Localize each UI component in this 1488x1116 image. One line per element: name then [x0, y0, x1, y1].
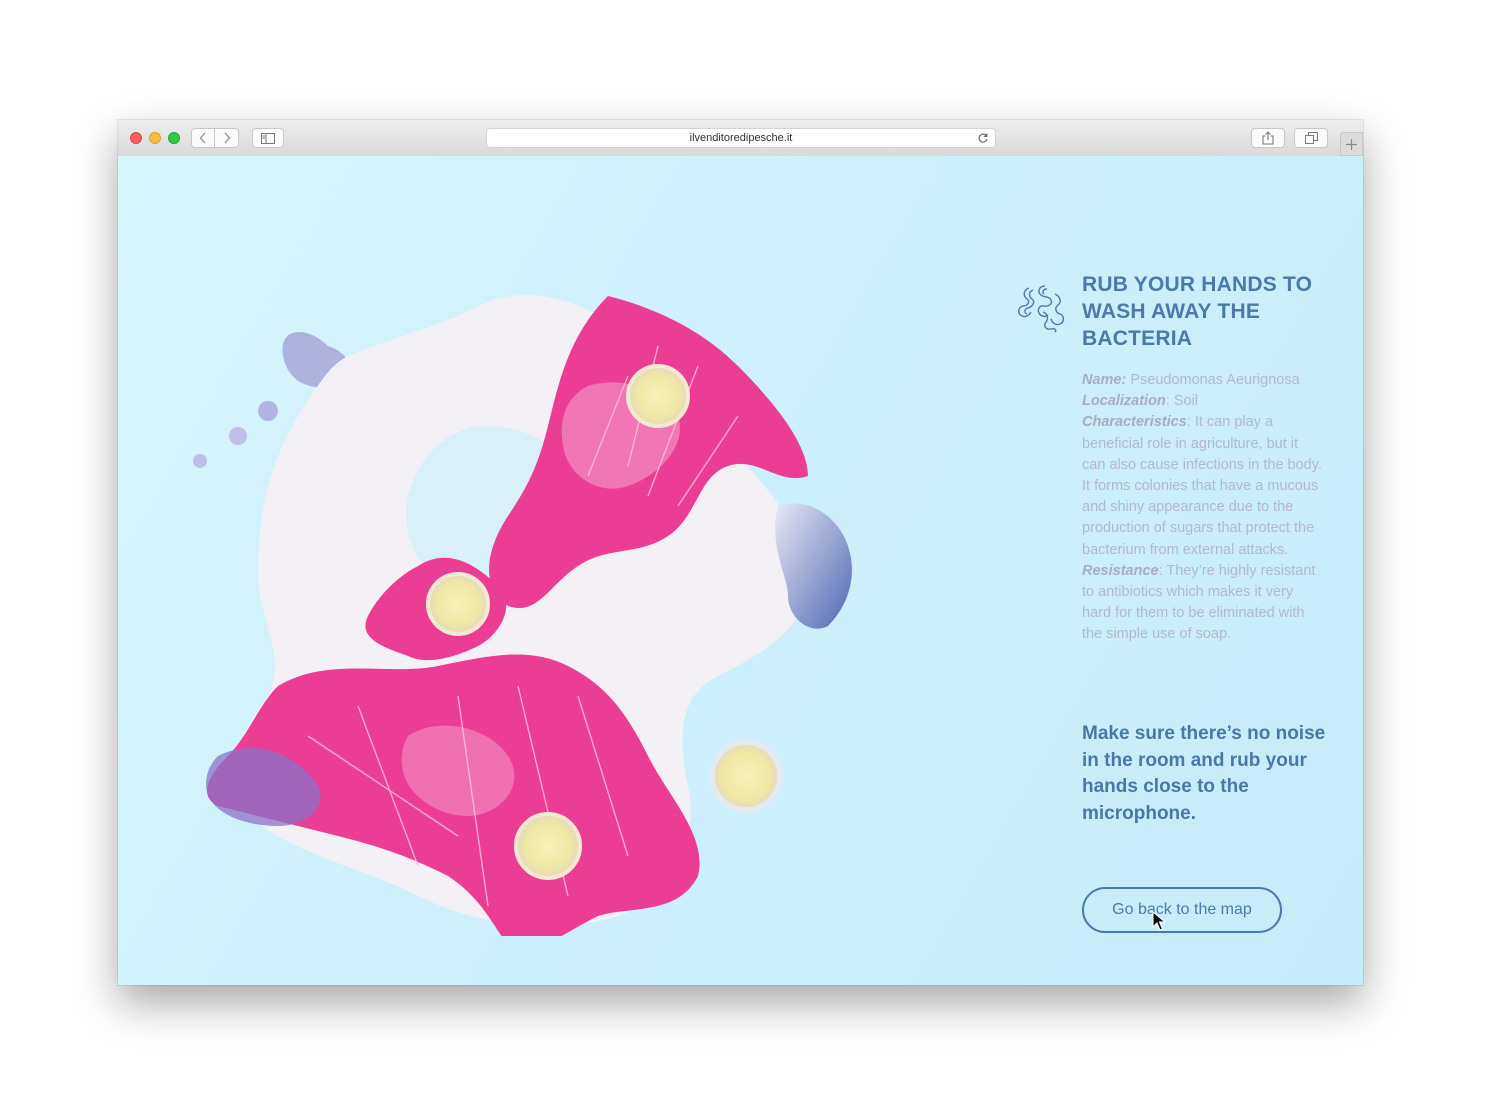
characteristics-label: Characteristics [1082, 414, 1187, 431]
sidebar-toggle-button[interactable] [252, 128, 284, 148]
minimize-window-button[interactable] [149, 132, 161, 144]
browser-toolbar: ilvenditoredipesche.it [118, 120, 1363, 157]
back-button[interactable] [191, 128, 215, 148]
chevron-right-icon [223, 132, 230, 144]
localization-label: Localization [1082, 393, 1166, 410]
bacterium-info: Name: Pseudomonas Aeurignosa Localization… [1082, 370, 1322, 646]
share-button[interactable] [1251, 128, 1285, 148]
name-label: Name: [1082, 372, 1127, 388]
back-to-map-button[interactable]: Go back to the map [1082, 887, 1282, 933]
resistance-label: Resistance [1082, 562, 1159, 579]
page-content: RUB YOUR HANDS TO WASH AWAY THE BACTERIA… [118, 156, 1363, 985]
chevron-left-icon [199, 132, 206, 144]
bacteria-icon [1018, 285, 1065, 333]
close-window-button[interactable] [130, 132, 142, 144]
name-value: Pseudomonas Aeurignosa [1126, 372, 1300, 388]
forward-button[interactable] [215, 128, 239, 148]
instruction-text: Make sure there’s no noise in the room a… [1082, 723, 1326, 824]
address-bar[interactable]: ilvenditoredipesche.it [486, 128, 996, 148]
characteristics-value: : It can play a beneficial role in agric… [1082, 414, 1322, 558]
url-text: ilvenditoredipesche.it [689, 132, 793, 144]
show-tabs-button[interactable] [1294, 128, 1328, 148]
page-title: RUB YOUR HANDS TO WASH AWAY THE BACTERIA [1082, 273, 1313, 350]
localization-value: : Soil [1165, 393, 1199, 410]
browser-window: ilvenditoredipesche.it RUB YOUR HANDS TO… [118, 120, 1363, 985]
share-icon [1262, 131, 1274, 145]
mouse-cursor-icon [1152, 911, 1166, 931]
plus-icon [1346, 138, 1357, 150]
bacteria-illustration [193, 294, 852, 936]
sidebar-icon [261, 132, 275, 144]
zoom-window-button[interactable] [168, 132, 180, 144]
tabs-icon [1304, 132, 1318, 144]
reload-icon[interactable] [977, 132, 989, 144]
new-tab-button[interactable] [1340, 132, 1363, 156]
